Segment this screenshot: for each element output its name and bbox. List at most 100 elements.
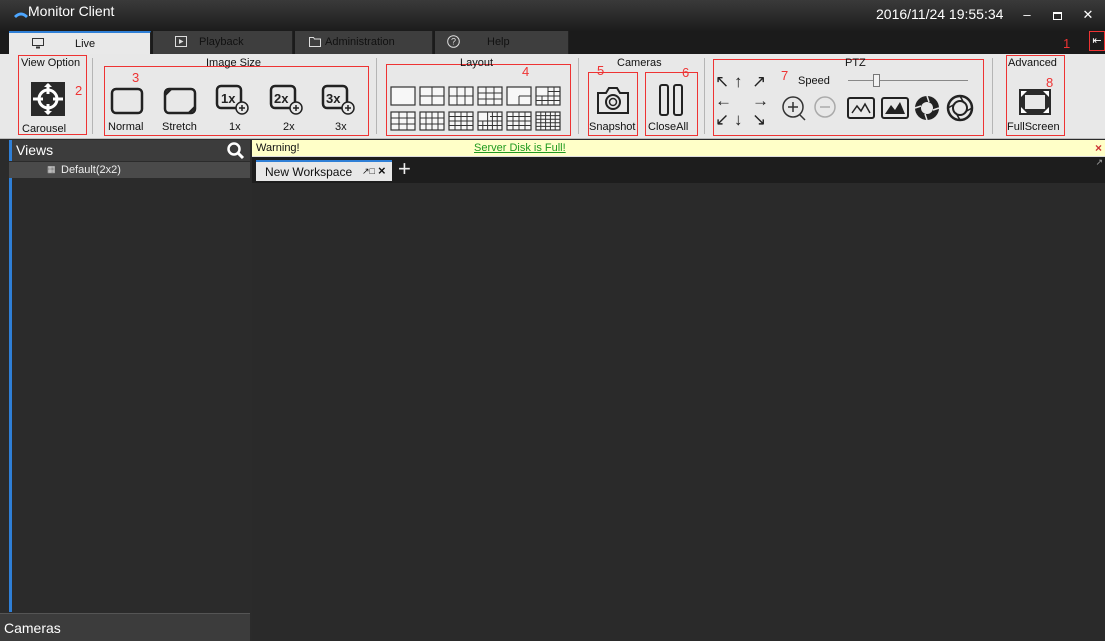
ptz-up-right-button[interactable]: ↗: [752, 72, 766, 92]
minimize-icon: –: [1023, 7, 1031, 22]
layout-option-11[interactable]: [506, 111, 532, 131]
annotation-6: 6: [682, 65, 690, 80]
minimize-button[interactable]: –: [1012, 2, 1042, 28]
video-workspace[interactable]: [252, 183, 1105, 641]
ptz-right-button[interactable]: →: [752, 91, 769, 111]
layout-title: Layout: [460, 57, 494, 69]
close-all-button[interactable]: CloseAll: [646, 82, 696, 136]
snapshot-button[interactable]: Snapshot: [589, 82, 637, 136]
zoom-in-button[interactable]: [780, 94, 808, 122]
ptz-speed-slider[interactable]: [848, 74, 968, 88]
maximize-button[interactable]: [1042, 2, 1072, 28]
ptz-left-button[interactable]: ←: [715, 91, 732, 111]
exit-icon: ⇤: [1092, 35, 1102, 47]
ptz-up-button[interactable]: ↑: [734, 72, 743, 92]
annotation-4: 4: [522, 64, 530, 79]
close-tab-icon[interactable]: ×: [378, 163, 386, 178]
annotation-1: 1: [1063, 36, 1071, 51]
ptz-down-right-button[interactable]: ↘: [752, 110, 766, 130]
cameras-header[interactable]: Cameras: [0, 613, 250, 641]
svg-text:3x: 3x: [326, 91, 341, 106]
add-workspace-icon[interactable]: +: [398, 158, 411, 180]
layout-option-1[interactable]: [390, 86, 416, 106]
tab-administration[interactable]: Administration: [295, 31, 433, 54]
svg-text:1x: 1x: [221, 91, 236, 106]
annotation-5: 5: [597, 63, 605, 78]
layout-option-4[interactable]: [477, 86, 503, 106]
advanced-title: Advanced: [1008, 57, 1057, 69]
separator: [992, 58, 993, 134]
layout-option-3[interactable]: [448, 86, 474, 106]
tab-new-workspace[interactable]: New Workspace ↗□ ×: [256, 160, 392, 181]
separator: [704, 58, 705, 134]
iris-open-button[interactable]: [913, 94, 941, 122]
svg-text:2x: 2x: [274, 91, 289, 106]
pin-icon[interactable]: ↗□: [362, 166, 375, 177]
carousel-button[interactable]: Carousel: [22, 74, 82, 136]
folder-icon: [309, 37, 321, 47]
zoom-3x-label: 3x: [335, 121, 347, 133]
iris-close-button[interactable]: [946, 94, 974, 122]
ptz-down-button[interactable]: ↓: [734, 110, 743, 130]
main-tab-bar: Live Playback Administration ? Help 1: [0, 31, 1105, 54]
maximize-icon: [1052, 11, 1062, 20]
ptz-up-left-button[interactable]: ↖: [715, 72, 729, 92]
layout-option-2[interactable]: [419, 86, 445, 106]
stretch-size-icon: [163, 87, 197, 115]
zoom-2x-button[interactable]: 2x 2x: [266, 82, 308, 136]
iris-close-icon: [946, 94, 974, 122]
normal-size-button[interactable]: Normal: [108, 84, 148, 136]
exit-button[interactable]: ⇤: [1089, 31, 1105, 51]
normal-size-icon: [110, 87, 144, 115]
focus-near-button[interactable]: [846, 96, 876, 120]
slider-track: [848, 80, 968, 81]
focus-far-icon: [881, 97, 909, 119]
search-icon[interactable]: [227, 142, 245, 159]
stretch-label: Stretch: [162, 121, 197, 133]
close-icon: ✕: [1082, 7, 1094, 22]
list-item[interactable]: ▦ Default(2x2): [9, 162, 250, 178]
iris-open-icon: [914, 95, 940, 121]
tab-label: Playback: [199, 36, 244, 48]
zoom-out-icon: [814, 96, 836, 118]
focus-far-button[interactable]: [880, 96, 910, 120]
zoom-2x-icon: 2x: [269, 84, 303, 115]
warning-close-icon[interactable]: ×: [1095, 141, 1102, 155]
stretch-size-button[interactable]: Stretch: [160, 84, 202, 136]
layout-option-12[interactable]: [535, 111, 561, 131]
fullscreen-label: FullScreen: [1007, 121, 1060, 133]
tab-live[interactable]: Live: [9, 31, 151, 54]
slider-thumb[interactable]: [873, 74, 880, 87]
layout-option-9[interactable]: [448, 111, 474, 131]
tab-help[interactable]: ? Help: [435, 31, 569, 54]
layout-option-6[interactable]: [535, 86, 561, 106]
help-icon: ?: [447, 35, 460, 48]
cameras-title: Cameras: [4, 620, 61, 636]
ptz-down-left-button[interactable]: ↙: [715, 110, 729, 130]
separator: [376, 58, 377, 134]
tab-playback[interactable]: Playback: [153, 31, 293, 54]
toolbar-ribbon: View Option 2 Carousel Image Size 3 Norm…: [0, 54, 1105, 139]
layout-options: [390, 84, 566, 134]
normal-label: Normal: [108, 121, 144, 133]
close-all-icon: [659, 84, 683, 116]
warning-link[interactable]: Server Disk is Full!: [474, 142, 566, 154]
layout-option-8[interactable]: [419, 111, 445, 131]
expand-icon[interactable]: ↗: [1095, 157, 1103, 168]
layout-option-10[interactable]: [477, 111, 503, 131]
zoom-3x-button[interactable]: 3x 3x: [318, 82, 360, 136]
views-header[interactable]: Views: [9, 140, 250, 161]
close-window-button[interactable]: ✕: [1073, 2, 1103, 28]
monitor-client-window: Monitor Client 2016/11/24 19:55:34 – ✕ L…: [0, 0, 1105, 641]
zoom-1x-button[interactable]: 1x 1x: [212, 82, 254, 136]
image-size-title: Image Size: [206, 57, 262, 69]
warning-bar: Warning! Server Disk is Full! ×: [252, 140, 1105, 157]
cameras-title: Cameras: [617, 57, 662, 69]
layout-option-5[interactable]: [506, 86, 532, 106]
zoom-out-button[interactable]: [812, 94, 840, 122]
fullscreen-button[interactable]: FullScreen: [1007, 86, 1064, 136]
ptz-speed-label: Speed: [798, 75, 830, 87]
tab-label: Administration: [325, 36, 395, 48]
layout-option-7[interactable]: [390, 111, 416, 131]
workspace-tab-bar: New Workspace ↗□ × + ↗: [252, 157, 1105, 183]
